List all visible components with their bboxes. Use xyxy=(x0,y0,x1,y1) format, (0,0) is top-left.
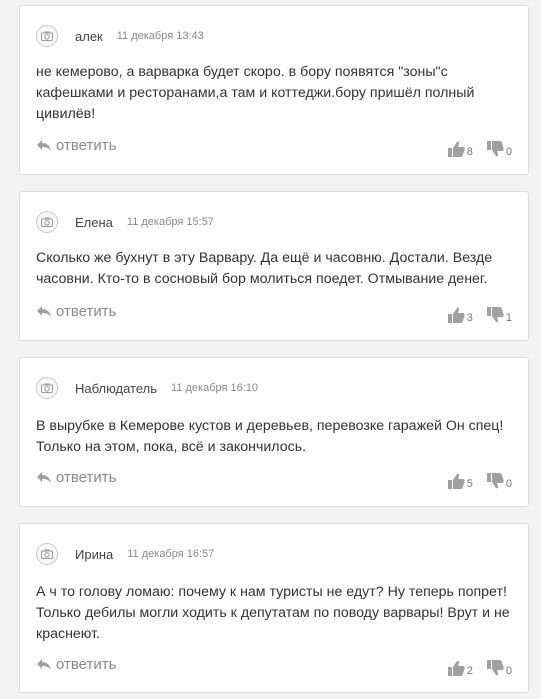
dislike-button[interactable]: 0 xyxy=(486,659,512,677)
thumbs-down-icon xyxy=(486,141,504,157)
comment-author: Ирина xyxy=(75,546,114,562)
dislike-count: 0 xyxy=(505,146,512,158)
comment-header: Елена 11 декабря 15:57 xyxy=(36,210,214,234)
avatar-camera-icon xyxy=(36,377,58,399)
dislike-count: 1 xyxy=(505,312,512,324)
thumbs-down-icon xyxy=(486,307,504,323)
comment-text: не кемерово, а варварка будет скоро. в б… xyxy=(36,64,475,122)
avatar-camera-icon xyxy=(36,543,58,565)
thumbs-up-icon xyxy=(447,660,465,676)
like-button[interactable]: 2 xyxy=(447,659,473,677)
comment-header: алек 11 декабря 13:43 xyxy=(36,24,204,48)
reply-label: ответить xyxy=(56,656,117,673)
comment-author: Наблюдатель xyxy=(75,380,158,396)
comment-date: 11 декабря 16:57 xyxy=(127,548,215,560)
reply-arrow-icon xyxy=(37,306,51,317)
dislike-button[interactable]: 0 xyxy=(486,472,512,490)
vote-block: 2 0 xyxy=(447,659,512,677)
vote-block: 3 1 xyxy=(447,306,512,324)
reply-arrow-icon xyxy=(37,140,51,151)
reply-button[interactable]: ответить xyxy=(36,469,116,486)
like-count: 3 xyxy=(466,312,473,324)
comment-date: 11 декабря 13:43 xyxy=(116,30,204,42)
reply-label: ответить xyxy=(56,303,117,320)
thumbs-up-icon xyxy=(447,141,465,157)
comment-date: 11 декабря 15:57 xyxy=(126,216,214,228)
like-button[interactable]: 5 xyxy=(447,472,473,490)
like-count: 5 xyxy=(466,478,473,490)
reply-label: ответить xyxy=(56,137,117,154)
dislike-count: 0 xyxy=(505,478,512,490)
thumbs-up-icon xyxy=(447,473,465,489)
comment-card: Елена 11 декабря 15:57 Сколько же бухнут… xyxy=(19,191,529,341)
comment-text: В вырубке в Кемерове кустов и деревьев, … xyxy=(36,418,504,455)
comment-author: алек xyxy=(75,28,103,44)
reply-arrow-icon xyxy=(37,472,51,483)
like-button[interactable]: 8 xyxy=(447,140,473,158)
reply-button[interactable]: ответить xyxy=(36,656,116,673)
avatar-camera-icon xyxy=(36,25,58,47)
reply-label: ответить xyxy=(56,469,117,486)
thumbs-up-icon xyxy=(447,307,465,323)
dislike-button[interactable]: 1 xyxy=(486,306,512,324)
comment-card: алек 11 декабря 13:43 не кемерово, а вар… xyxy=(19,5,529,175)
comment-author: Елена xyxy=(75,214,113,230)
dislike-button[interactable]: 0 xyxy=(486,140,512,158)
reply-arrow-icon xyxy=(37,659,51,670)
reply-button[interactable]: ответить xyxy=(36,137,116,154)
comment-text: Сколько же бухнут в эту Варвару. Да ещё … xyxy=(36,250,493,287)
vote-block: 8 0 xyxy=(447,140,512,158)
vote-block: 5 0 xyxy=(447,472,512,490)
like-button[interactable]: 3 xyxy=(447,306,473,324)
like-count: 2 xyxy=(466,665,473,677)
comment-text: А ч то голову ломаю: почему к нам турист… xyxy=(36,584,510,642)
comment-card: Наблюдатель 11 декабря 16:10 В вырубке в… xyxy=(19,357,529,507)
comment-header: Наблюдатель 11 декабря 16:10 xyxy=(36,376,258,400)
avatar-camera-icon xyxy=(36,211,58,233)
dislike-count: 0 xyxy=(505,665,512,677)
comment-date: 11 декабря 16:10 xyxy=(171,382,259,394)
reply-button[interactable]: ответить xyxy=(36,303,116,320)
like-count: 8 xyxy=(466,146,473,158)
comment-header: Ирина 11 декабря 16:57 xyxy=(36,542,214,566)
thumbs-down-icon xyxy=(486,660,504,676)
comment-card: Ирина 11 декабря 16:57 А ч то голову лом… xyxy=(19,523,529,693)
thumbs-down-icon xyxy=(486,473,504,489)
